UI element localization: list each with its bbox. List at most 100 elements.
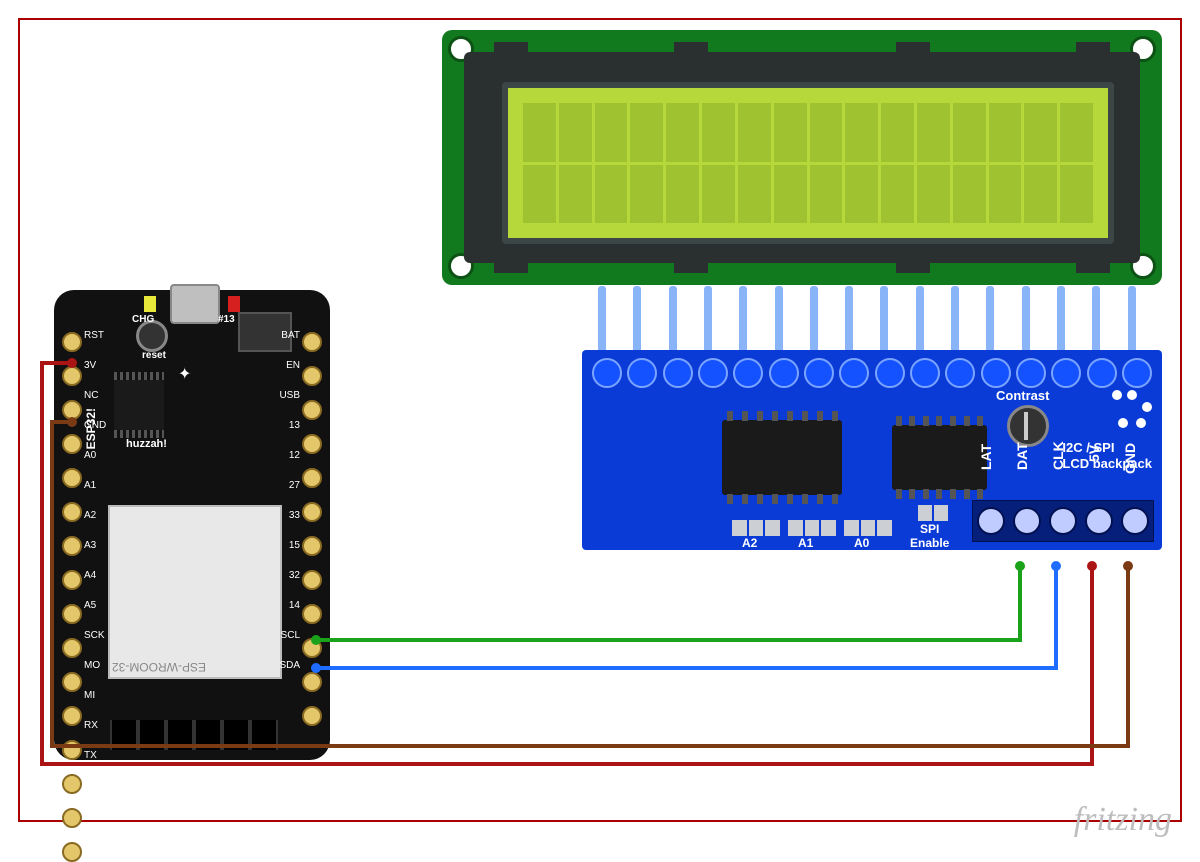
lcd-tab — [674, 261, 708, 273]
pin-a1[interactable] — [62, 502, 82, 522]
pin-mi[interactable] — [62, 740, 82, 760]
header-lead — [951, 286, 959, 360]
pin-mo[interactable] — [62, 706, 82, 726]
backpack-pad — [627, 358, 657, 388]
lcd-char-cell — [702, 103, 735, 162]
addr-jumper-a2 — [732, 520, 780, 536]
backpack-pad — [663, 358, 693, 388]
term-dat[interactable] — [1013, 507, 1041, 535]
pin-label: A5 — [84, 600, 96, 611]
backpack-ic-1 — [722, 420, 842, 495]
pin-label: EN — [286, 360, 300, 371]
backpack-pad — [804, 358, 834, 388]
pin-label: 32 — [289, 570, 300, 581]
pin-a0[interactable] — [62, 468, 82, 488]
lcd-char-cell — [523, 103, 556, 162]
header-lead — [916, 286, 924, 360]
term-clk[interactable] — [1049, 507, 1077, 535]
contrast-trimpot[interactable] — [1007, 405, 1049, 447]
lcd-char-cell — [989, 165, 1022, 224]
pin-13[interactable] — [302, 434, 322, 454]
pin-label: A2 — [84, 510, 96, 521]
lcd-char-cell — [989, 103, 1022, 162]
backpack-pad — [981, 358, 1011, 388]
backpack-ic-2 — [892, 425, 987, 490]
adafruit-flower-icon — [1112, 390, 1152, 430]
lcd-char-cell — [666, 103, 699, 162]
addr-jumper-a1 — [788, 520, 836, 536]
lcd-char-cell — [630, 165, 663, 224]
term-label-dat: DAT — [1014, 442, 1030, 470]
adafruit-star-icon: ✦ — [178, 364, 191, 384]
pin-label: A4 — [84, 570, 96, 581]
header-lead — [669, 286, 677, 360]
pin-sda[interactable] — [302, 706, 322, 726]
lcd-pixel-grid — [523, 103, 1093, 223]
header-lead — [1092, 286, 1100, 360]
lcd-char-cell — [559, 165, 592, 224]
pin-gnd[interactable] — [62, 434, 82, 454]
silk-esp32: ESP32! — [84, 408, 98, 449]
pin-rx[interactable] — [62, 774, 82, 794]
pin-nc[interactable] — [62, 400, 82, 420]
pin-a2[interactable] — [62, 536, 82, 556]
pin-a4[interactable] — [62, 604, 82, 624]
lcd-char-cell — [810, 103, 843, 162]
backpack-title-2: LCD backpack — [1062, 456, 1152, 471]
header-lead — [880, 286, 888, 360]
lcd-char-cell — [630, 103, 663, 162]
backpack-pad — [769, 358, 799, 388]
lcd-char-cell — [917, 103, 950, 162]
pin-32[interactable] — [302, 604, 322, 624]
lcd-char-cell — [1060, 165, 1093, 224]
pin-27[interactable] — [302, 502, 322, 522]
pin-label: RX — [84, 720, 98, 731]
esp32-rf-shield — [108, 505, 282, 679]
pin-label: 21 — [84, 780, 95, 791]
header-lead — [1022, 286, 1030, 360]
backpack-pad — [733, 358, 763, 388]
pin-sck[interactable] — [62, 672, 82, 692]
backpack-title-1: I2C / SPI — [1062, 440, 1114, 455]
pin-bat[interactable] — [302, 332, 322, 352]
pin-rst[interactable] — [62, 332, 82, 352]
term-gnd[interactable] — [1121, 507, 1149, 535]
lcd-char-cell — [881, 103, 914, 162]
pin-tx[interactable] — [62, 808, 82, 828]
reset-label: reset — [142, 350, 166, 361]
pin-label: 15 — [289, 540, 300, 551]
lcd-char-cell — [559, 103, 592, 162]
silk-huzzah: huzzah! — [126, 438, 167, 450]
esp32-feather-board: ESP-WROOM-32 huzzah! reset CHG #13 RST3V… — [54, 290, 330, 760]
term-lat[interactable] — [977, 507, 1005, 535]
pin-21[interactable] — [62, 842, 82, 862]
pin-33[interactable] — [302, 536, 322, 556]
pin-label: A3 — [84, 540, 96, 551]
pin-usb[interactable] — [302, 400, 322, 420]
pin-label: 14 — [289, 600, 300, 611]
lcd-backpack-board: Contrast A2 A1 A0 SPI Enable LAT DAT CLK… — [582, 350, 1162, 550]
pin-a3[interactable] — [62, 570, 82, 590]
pin-row-left — [62, 332, 82, 862]
term-5v[interactable] — [1085, 507, 1113, 535]
pin-a5[interactable] — [62, 638, 82, 658]
header-lead — [986, 286, 994, 360]
pin13-led — [228, 296, 240, 312]
backpack-pad — [1016, 358, 1046, 388]
pin-15[interactable] — [302, 570, 322, 590]
pin-label: NC — [84, 390, 98, 401]
pin-label: 27 — [289, 480, 300, 491]
backpack-terminals — [972, 500, 1154, 542]
pin-12[interactable] — [302, 468, 322, 488]
pin-label: 33 — [289, 510, 300, 521]
pin-en[interactable] — [302, 366, 322, 386]
chg-label: CHG — [132, 314, 154, 325]
pin-14[interactable] — [302, 638, 322, 658]
lcd-char-cell — [774, 165, 807, 224]
lcd-char-cell — [595, 165, 628, 224]
backpack-header-pads — [592, 358, 1152, 388]
pin-scl[interactable] — [302, 672, 322, 692]
pin-3v[interactable] — [62, 366, 82, 386]
usb-connector[interactable] — [170, 284, 220, 324]
lcd-char-cell — [1024, 103, 1057, 162]
